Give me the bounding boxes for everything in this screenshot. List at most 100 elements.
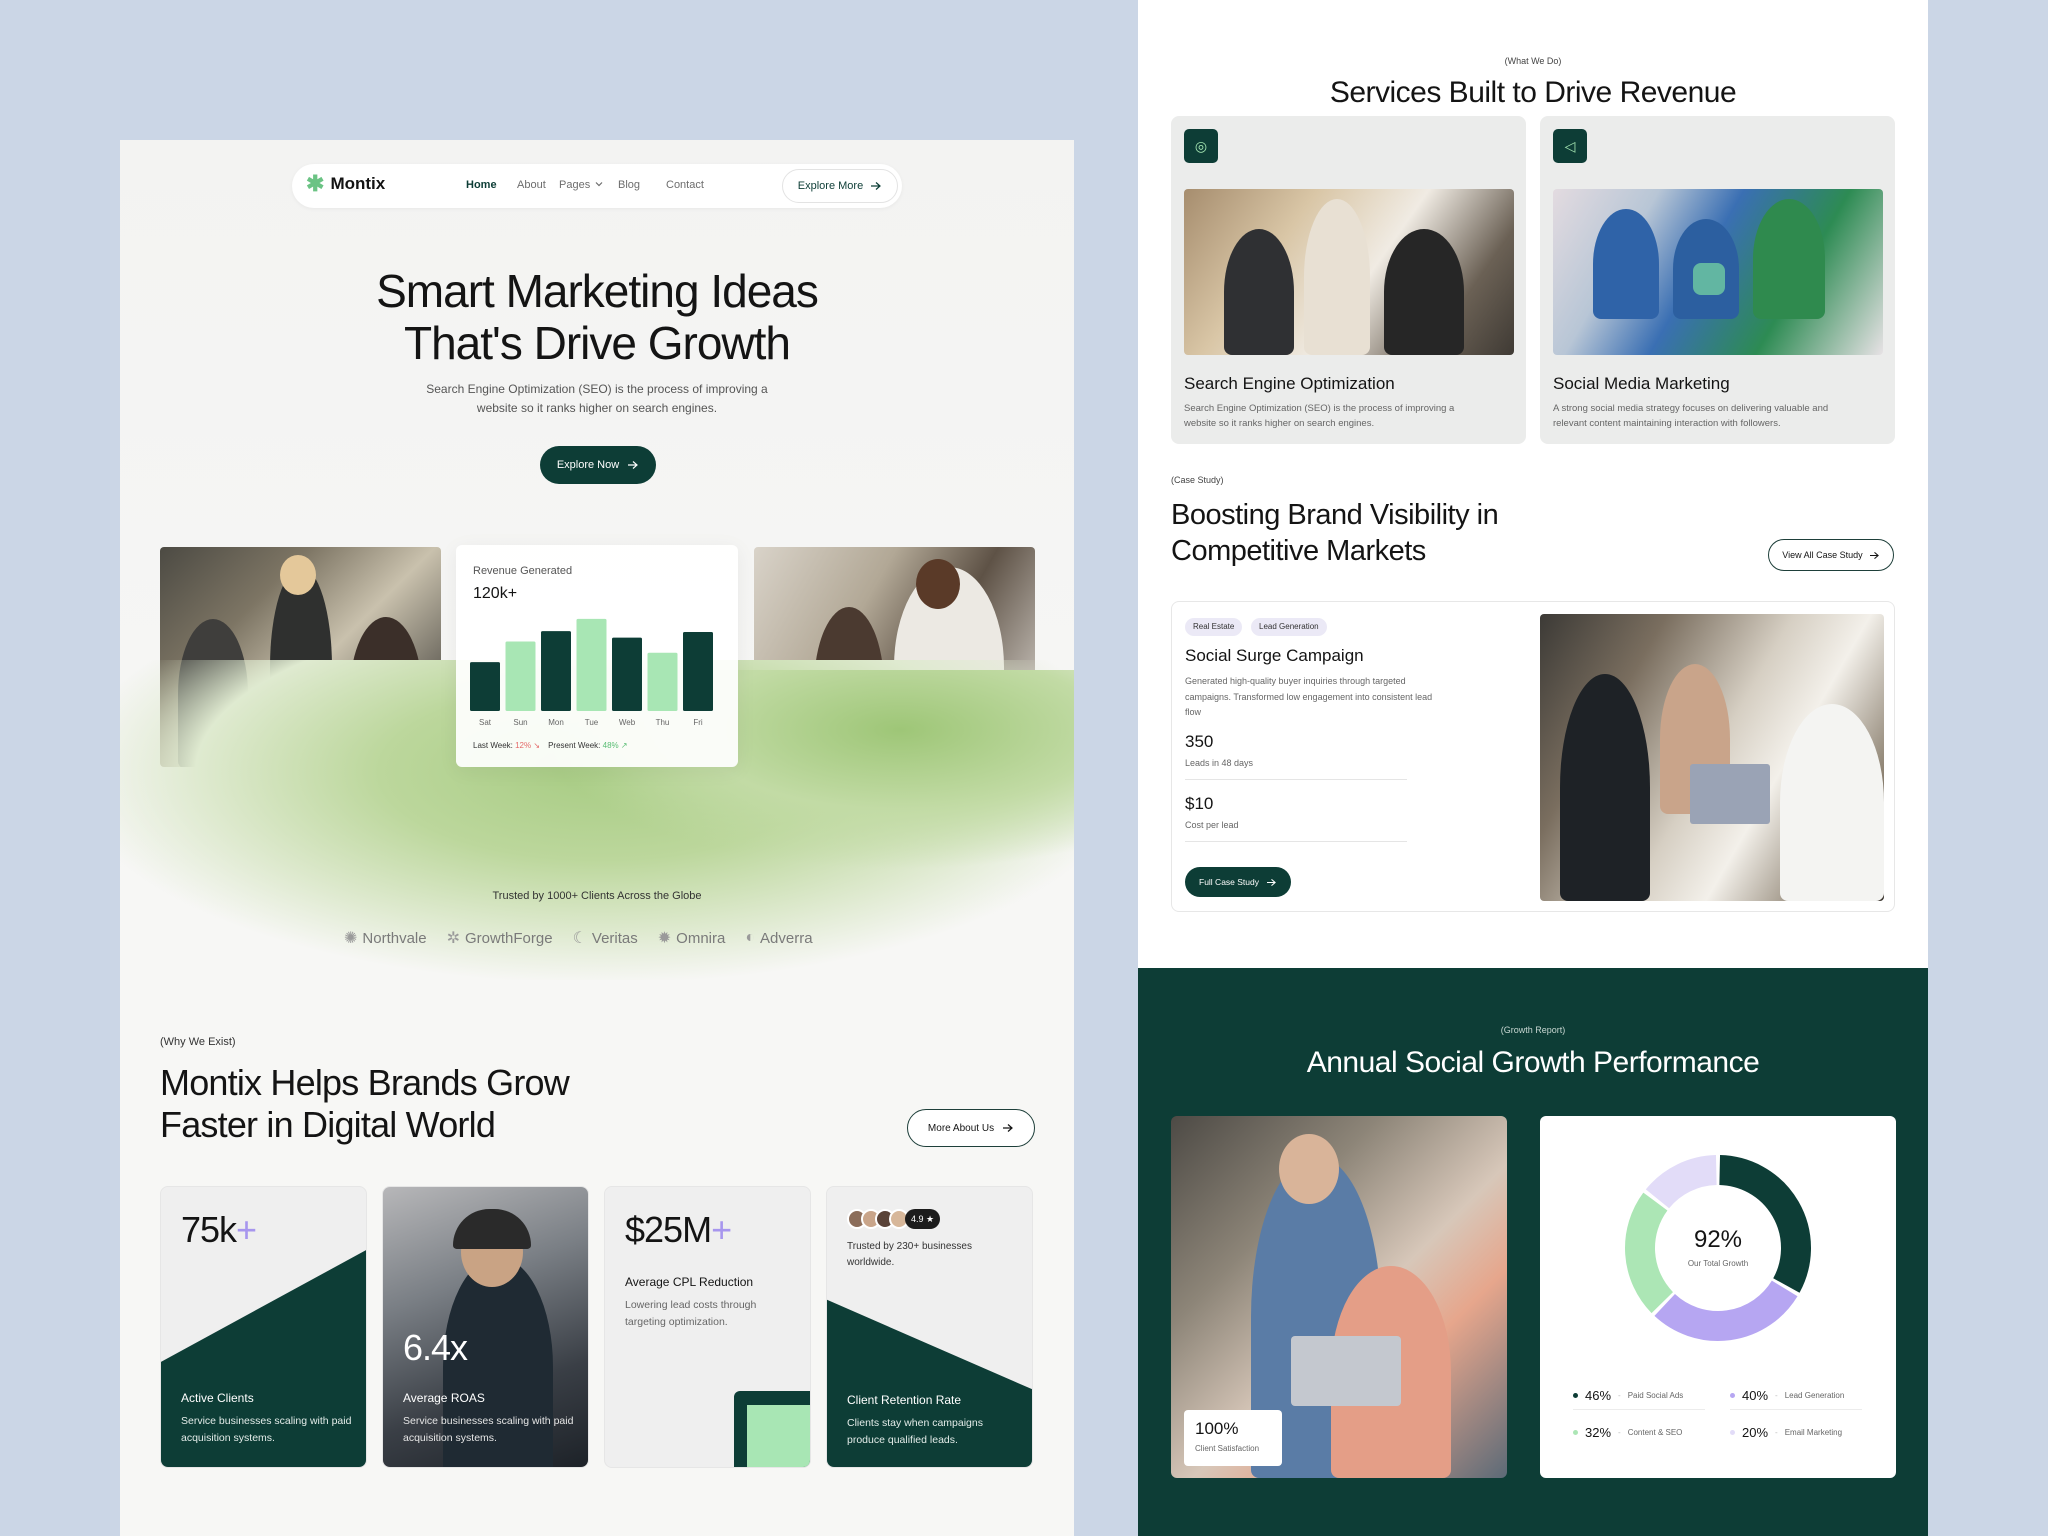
revenue-day-label: Sat (479, 718, 492, 727)
logo[interactable]: ✱ Montix (306, 173, 385, 195)
service-name: Social Media Marketing (1553, 374, 1730, 393)
separator: - (1618, 1391, 1621, 1400)
growth-donut-card: 92% Our Total Growth 46% - Paid Social A… (1540, 1116, 1896, 1478)
legend-item-paid-social: 46% - Paid Social Ads (1573, 1388, 1683, 1403)
service-description: Search Engine Optimization (SEO) is the … (1184, 403, 1455, 429)
legend-dot (1730, 1430, 1735, 1435)
revenue-bar (576, 618, 607, 711)
nav-link-pages-label: Pages (559, 179, 591, 191)
stat-title: Active Clients (181, 1391, 254, 1405)
arrow-right-icon (871, 182, 882, 190)
chat-bubble-icon: ◎ (1184, 129, 1218, 163)
starburst-icon: ✹ (657, 930, 672, 947)
present-week-value: 48% (602, 741, 619, 750)
stat-number: $25M (625, 1209, 712, 1250)
trend-down-icon: ↘ (533, 741, 541, 750)
service-card-seo[interactable]: ◎ Search Engine Optimization Search Engi… (1171, 116, 1526, 444)
present-week-label: Present Week: (548, 741, 601, 750)
explore-now-button[interactable]: Explore Now (540, 446, 656, 484)
brand-logo-veritas: ☾ Veritas (573, 928, 638, 948)
nav-link-blog[interactable]: Blog (618, 179, 640, 191)
landing-page-hero-preview: ✱ Montix Home About Pages Blog Contact E… (120, 140, 1074, 1536)
donut-slice (1654, 1280, 1798, 1341)
laptop-team-photo: 100% Client Satisfaction (1171, 1116, 1507, 1478)
full-case-label: Full Case Study (1199, 877, 1259, 887)
nav-link-about[interactable]: About (517, 179, 546, 191)
stat-number: 75k (181, 1209, 237, 1250)
donut-slice (1645, 1155, 1718, 1209)
service-name: Search Engine Optimization (1184, 374, 1395, 393)
avatar-group: 4.9 ★ (847, 1209, 941, 1229)
donut-center-label: Our Total Growth (1687, 1259, 1749, 1268)
brand-name: Veritas (591, 929, 638, 947)
stat-value: 75k+ (181, 1209, 257, 1251)
stat-card-cpl-reduction: $25M+ Average CPL Reduction Lowering lea… (604, 1186, 811, 1468)
revenue-label: Revenue Generated (473, 565, 573, 577)
divider (1573, 1409, 1705, 1410)
legend-dot (1573, 1430, 1578, 1435)
stat-title: Average ROAS (403, 1391, 485, 1405)
hero-title-line-2: That's Drive Growth (404, 317, 791, 369)
tag-chip-real-estate[interactable]: Real Estate (1185, 618, 1243, 636)
case-study-name: Social Surge Campaign (1185, 646, 1364, 665)
view-all-case-study-button[interactable]: View All Case Study (1768, 539, 1894, 571)
revenue-day-label: Thu (656, 718, 670, 727)
sunburst-icon: ✺ (344, 930, 358, 947)
explore-more-label: Explore More (797, 180, 864, 192)
separator: - (1618, 1428, 1621, 1437)
metric-value-leads: 350 (1185, 732, 1214, 751)
divider (1185, 779, 1407, 780)
hero-subtitle: Search Engine Optimization (SEO) is the … (426, 382, 768, 415)
service-description: A strong social media strategy focuses o… (1553, 403, 1829, 429)
stat-value: $25M+ (625, 1209, 732, 1251)
service-card-social-media[interactable]: ◁ Social Media Marketing A strong social… (1540, 116, 1895, 444)
why-title-line-1: Montix Helps Brands Grow (160, 1062, 570, 1103)
view-all-label: View All Case Study (1782, 550, 1863, 560)
stat-value: 6.4x (403, 1327, 468, 1368)
revenue-bar (647, 652, 678, 711)
why-section-title: Montix Helps Brands Grow Faster in Digit… (160, 1062, 660, 1146)
separator: - (1775, 1391, 1778, 1400)
revenue-bar (541, 631, 571, 711)
case-study-description: Generated high-quality buyer inquiries t… (1185, 676, 1433, 717)
social-media-team-photo (1553, 189, 1883, 355)
tag-chip-lead-generation[interactable]: Lead Generation (1251, 618, 1327, 636)
last-week-label: Last Week: (473, 741, 513, 750)
nav-link-home[interactable]: Home (466, 179, 497, 191)
hero-title: Smart Marketing Ideas That's Drive Growt… (120, 265, 1074, 369)
revenue-day-label: Tue (585, 718, 599, 727)
explore-more-button[interactable]: Explore More (782, 169, 898, 203)
stat-card-client-retention: 4.9 ★ Trusted by 230+ businesses worldwi… (826, 1186, 1033, 1468)
donut-center-value: 92% (1693, 1226, 1743, 1253)
legend-value: 46% (1585, 1388, 1612, 1403)
rating-value: 4.9 (911, 1214, 924, 1224)
legend-value: 20% (1742, 1425, 1769, 1440)
legend-label: Email Marketing (1784, 1428, 1843, 1437)
nav-link-pages[interactable]: Pages (559, 179, 604, 191)
client-logos: ✺ Northvale ✲ GrowthForge ☾ Veritas ✹ Omnira… (344, 928, 813, 948)
crescent-icon: ☾ (572, 930, 587, 947)
brand-logo-adverra: ◐ Adverra (745, 928, 812, 948)
chevron-down-icon (595, 182, 603, 187)
why-title-line-2: Faster in Digital World (160, 1104, 496, 1145)
legend-item-email-marketing: 20% - Email Marketing (1730, 1425, 1842, 1440)
nav-link-contact[interactable]: Contact (666, 179, 704, 191)
revenue-day-label: Fri (693, 718, 703, 727)
revenue-chart-card: Revenue Generated 120k+ Sat Sun Mon Tue Web T… (456, 545, 738, 767)
hero-title-line-1: Smart Marketing Ideas (376, 265, 819, 317)
legend-dot (1573, 1393, 1578, 1398)
stat-card-average-roas: 6.4x Average ROAS Service businesses sca… (382, 1186, 589, 1468)
more-about-us-button[interactable]: More About Us (907, 1109, 1035, 1147)
revenue-day-label: Sun (513, 718, 527, 727)
divider (1730, 1409, 1862, 1410)
brand-logo-omnira: ✹ Omnira (658, 928, 726, 948)
brand-logo-northvale: ✺ Northvale (344, 928, 427, 948)
trusted-businesses-text: Trusted by 230+ businesses worldwide. (847, 1241, 972, 1268)
legend-value: 40% (1742, 1388, 1769, 1403)
full-case-study-button[interactable]: Full Case Study (1185, 867, 1291, 897)
stat-title: Average CPL Reduction (625, 1275, 754, 1289)
revenue-bar (470, 662, 500, 711)
last-week-stat: Last Week: 12% ↘ (473, 741, 540, 750)
revenue-bar-chart: Sat Sun Mon Tue Web Thu Fri (470, 618, 713, 727)
revenue-day-label: Web (619, 718, 636, 727)
